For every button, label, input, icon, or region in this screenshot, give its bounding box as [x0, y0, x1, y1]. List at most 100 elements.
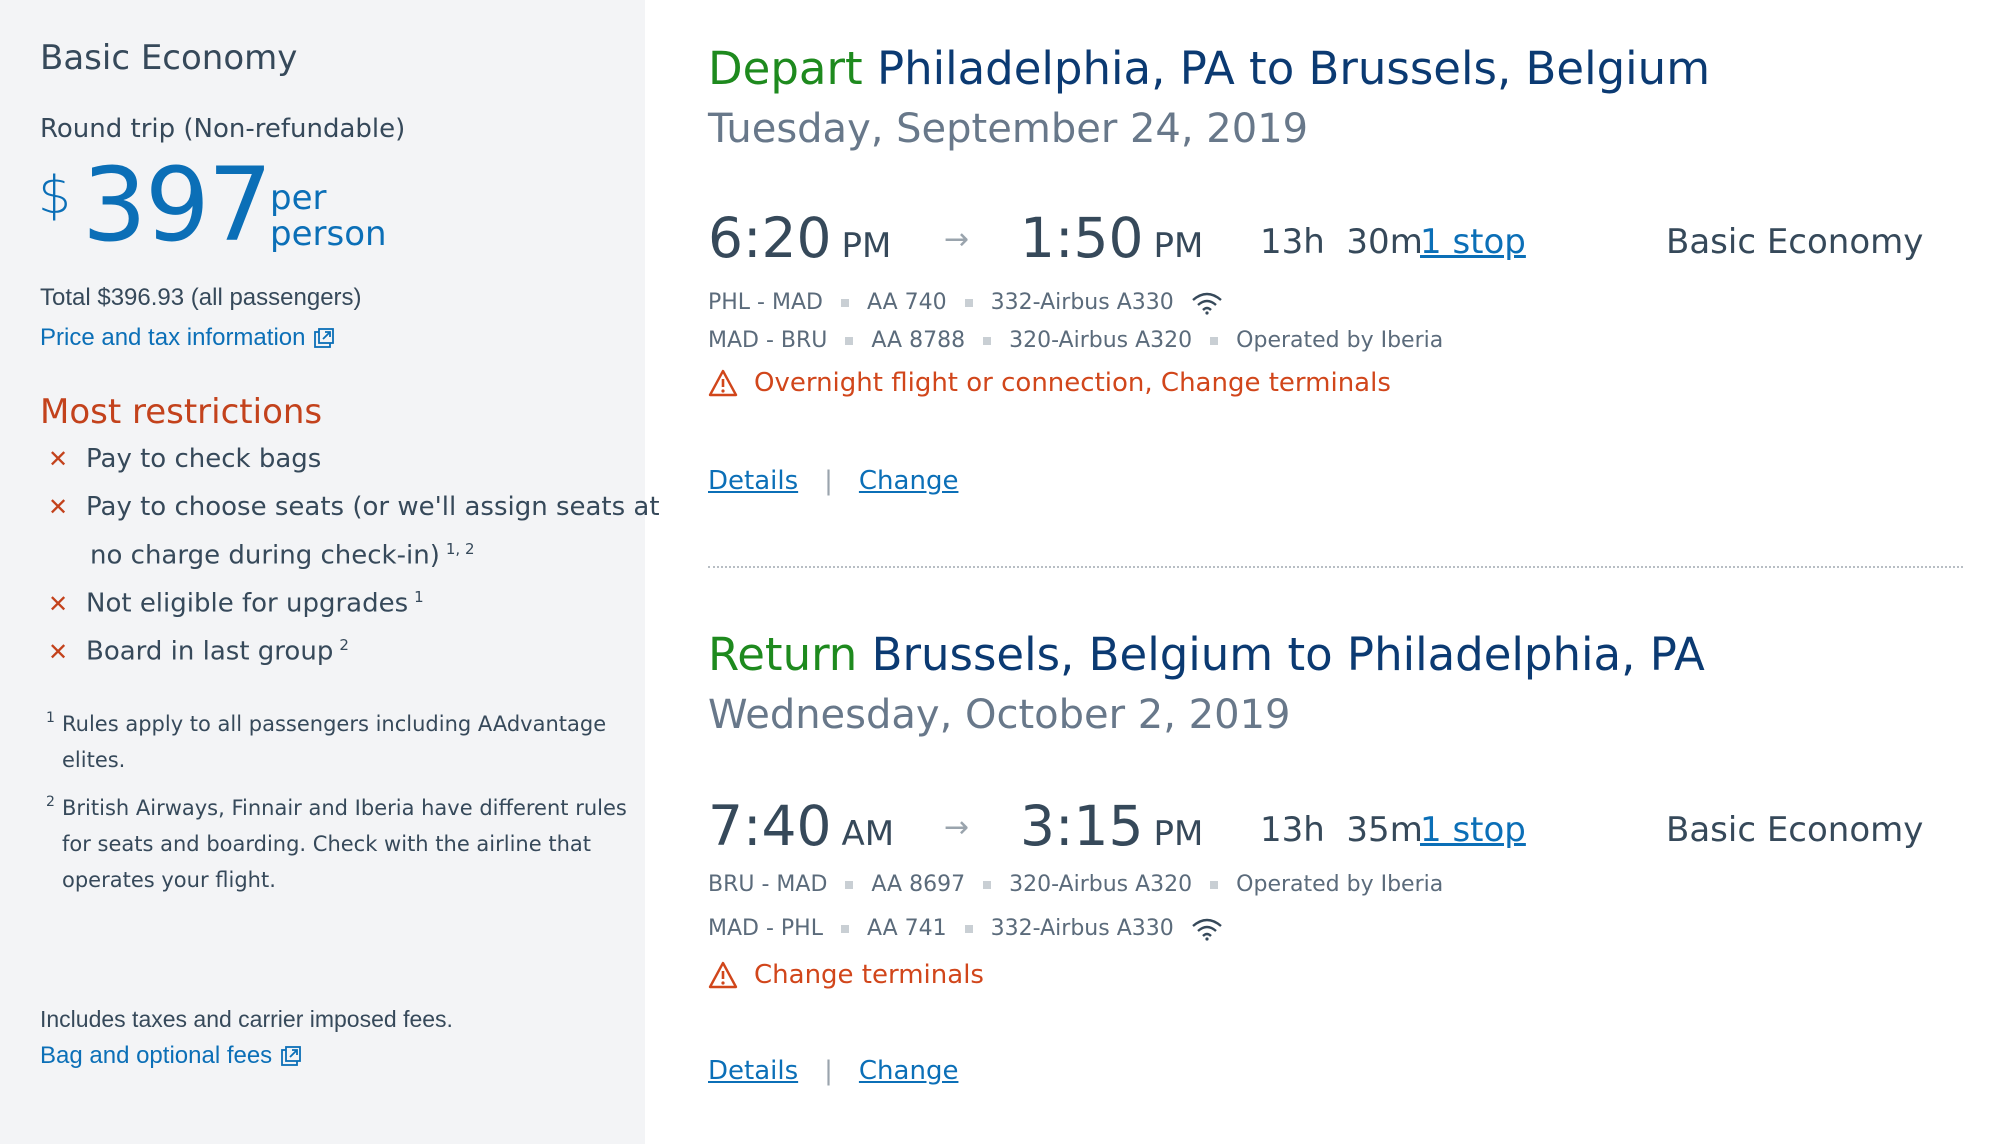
restriction-text: Pay to check bags — [86, 444, 322, 474]
footnote-ref: 1 — [414, 588, 424, 606]
return-date: Wednesday, October 2, 2019 — [708, 692, 1291, 738]
depart-date: Tuesday, September 24, 2019 — [708, 106, 1309, 152]
footnote-number: 1 — [46, 710, 55, 726]
return-route: Brussels, Belgium to Philadelphia, PA — [871, 628, 1705, 681]
restrictions-title: Most restrictions — [40, 392, 323, 432]
footnote-ref: 1, 2 — [445, 540, 475, 558]
segment-aircraft: 320-Airbus A320 — [1009, 328, 1193, 353]
depart-stops-link[interactable]: 1 stop — [1420, 222, 1526, 262]
separator: | — [824, 1056, 833, 1086]
footnote-ref: 2 — [339, 636, 349, 654]
separator — [840, 924, 849, 933]
return-segment-2: MAD - PHL AA 741 332-Airbus A330 — [708, 916, 1224, 941]
restriction-item: ✕ Board in last group 2 — [48, 636, 349, 667]
segment-aircraft: 332-Airbus A330 — [990, 916, 1174, 941]
warning-text: Overnight flight or connection, Change t… — [754, 368, 1391, 398]
restriction-text: Board in last group 2 — [86, 636, 349, 667]
return-warning: Change terminals — [708, 960, 984, 990]
person-label: person — [270, 214, 387, 254]
depart-change-link[interactable]: Change — [859, 466, 959, 496]
segment-flight: AA 8697 — [871, 872, 966, 897]
separator — [983, 880, 992, 889]
return-change-link[interactable]: Change — [859, 1056, 959, 1086]
time-ampm: AM — [841, 814, 895, 854]
warning-triangle-icon — [708, 961, 738, 989]
total-price: Total $396.93 (all passengers) — [40, 284, 362, 311]
depart-details-link[interactable]: Details — [708, 466, 798, 496]
return-segment-1: BRU - MAD AA 8697 320-Airbus A320 Operat… — [708, 872, 1443, 897]
segment-route: MAD - BRU — [708, 328, 828, 353]
warning-triangle-icon — [708, 369, 738, 397]
restriction-text: Pay to choose seats (or we'll assign sea… — [86, 492, 660, 522]
footnote: 1 Rules apply to all passengers includin… — [46, 706, 636, 778]
depart-route: Philadelphia, PA to Brussels, Belgium — [876, 42, 1711, 95]
depart-warning: Overnight flight or connection, Change t… — [708, 368, 1391, 398]
wifi-icon — [1191, 292, 1222, 315]
return-route-heading: Return Brussels, Belgium to Philadelphia… — [708, 628, 1705, 681]
bag-fees-link[interactable]: Bag and optional fees — [40, 1042, 302, 1070]
return-departure-time: 7:40 AM — [708, 794, 894, 858]
footnote-number: 2 — [46, 794, 55, 810]
x-mark-icon: ✕ — [48, 637, 69, 666]
external-link-icon — [314, 328, 335, 348]
restriction-continuation-text: no charge during check-in) — [90, 540, 440, 571]
depart-actions: Details | Change — [708, 466, 958, 496]
separator — [983, 336, 992, 345]
return-details-link[interactable]: Details — [708, 1056, 798, 1086]
segment-flight: AA 740 — [866, 290, 947, 315]
return-cabin: Basic Economy — [1666, 810, 1924, 850]
return-stops-link[interactable]: 1 stop — [1420, 810, 1526, 850]
x-mark-icon: ✕ — [48, 445, 69, 473]
return-actions: Details | Change — [708, 1056, 958, 1086]
segment-operated-by: Operated by Iberia — [1236, 872, 1444, 897]
arrow-right-icon: → — [944, 810, 970, 845]
external-link-icon — [281, 1046, 302, 1066]
depart-segment-2: MAD - BRU AA 8788 320-Airbus A320 Operat… — [708, 328, 1443, 353]
time-value: 3:15 — [1020, 794, 1144, 858]
segment-route: MAD - PHL — [708, 916, 823, 941]
depart-cabin: Basic Economy — [1666, 222, 1924, 262]
wifi-icon — [1191, 918, 1222, 941]
depart-departure-time: 6:20 PM — [708, 206, 891, 270]
includes-fees-note: Includes taxes and carrier imposed fees. — [40, 1006, 453, 1032]
footnote: 2 British Airways, Finnair and Iberia ha… — [46, 790, 636, 898]
warning-text: Change terminals — [754, 960, 984, 990]
depart-arrival-time: 1:50 PM — [1020, 206, 1203, 270]
price-tax-link-label: Price and tax information — [40, 324, 306, 351]
trip-type: Round trip (Non-refundable) — [40, 114, 406, 144]
separator — [845, 336, 854, 345]
fare-price: 397 — [82, 146, 273, 265]
footnote-text: Rules apply to all passengers including … — [62, 712, 607, 772]
restriction-label: Not eligible for upgrades — [86, 588, 409, 619]
arrow-right-icon: → — [944, 222, 970, 257]
depart-label: Depart — [708, 42, 863, 95]
currency-symbol: $ — [38, 166, 72, 226]
segment-aircraft: 332-Airbus A330 — [990, 290, 1174, 315]
return-arrival-time: 3:15 PM — [1020, 794, 1203, 858]
separator — [964, 298, 973, 307]
separator — [840, 298, 849, 307]
separator — [1210, 336, 1219, 345]
time-ampm: PM — [841, 226, 892, 266]
depart-segment-1: PHL - MAD AA 740 332-Airbus A330 — [708, 290, 1224, 315]
x-mark-icon: ✕ — [48, 589, 69, 618]
depart-route-heading: Depart Philadelphia, PA to Brussels, Bel… — [708, 42, 1710, 95]
segment-aircraft: 320-Airbus A320 — [1009, 872, 1193, 897]
restriction-item: ✕ Pay to check bags — [48, 444, 321, 474]
x-mark-icon: ✕ — [48, 493, 69, 521]
return-duration: 13h 35m — [1260, 810, 1423, 850]
fare-title: Basic Economy — [40, 38, 298, 78]
price-tax-link[interactable]: Price and tax information — [40, 324, 335, 352]
separator: | — [824, 466, 833, 496]
per-person-label: per person — [270, 180, 387, 252]
time-value: 6:20 — [708, 206, 832, 270]
separator — [1210, 880, 1219, 889]
time-value: 1:50 — [1020, 206, 1144, 270]
restriction-item: ✕ Not eligible for upgrades 1 — [48, 588, 424, 619]
segment-flight: AA 8788 — [871, 328, 966, 353]
depart-duration: 13h 30m — [1260, 222, 1423, 262]
restriction-continuation: no charge during check-in) 1, 2 — [90, 540, 474, 571]
restriction-text: Not eligible for upgrades 1 — [86, 588, 424, 619]
restriction-item: ✕ Pay to choose seats (or we'll assign s… — [48, 492, 660, 522]
fare-summary-panel: Basic Economy Round trip (Non-refundable… — [0, 0, 660, 1144]
